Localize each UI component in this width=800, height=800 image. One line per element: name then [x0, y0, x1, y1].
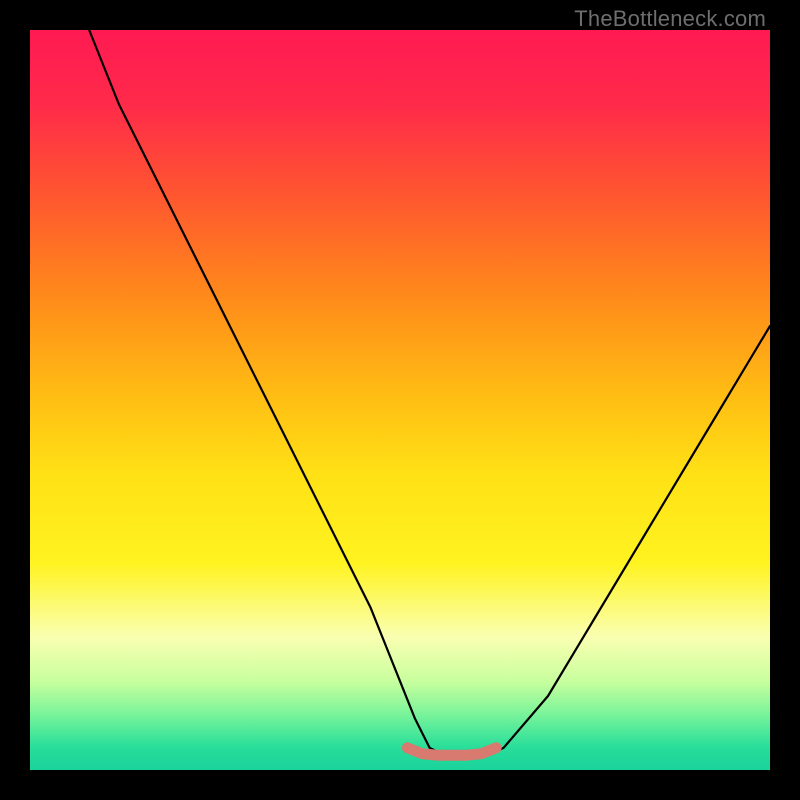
curve-svg [30, 30, 770, 770]
watermark-text: TheBottleneck.com [574, 6, 766, 32]
chart-frame: TheBottleneck.com [0, 0, 800, 800]
plot-area [30, 30, 770, 770]
bottleneck-curve [89, 30, 770, 755]
marker-band [407, 748, 496, 755]
